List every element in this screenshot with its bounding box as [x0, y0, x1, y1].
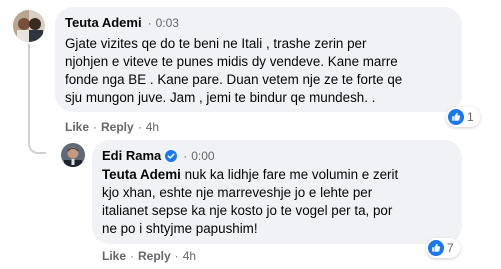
- verified-badge-icon: [165, 149, 178, 162]
- avatar-edi-rama[interactable]: [61, 143, 85, 167]
- reply-button[interactable]: Reply: [101, 120, 134, 134]
- comment-header: Teuta Ademi · 0:03: [65, 15, 452, 30]
- like-button[interactable]: Like: [65, 120, 89, 134]
- thread-connector-curve: [28, 140, 46, 154]
- reply-text: Teuta Ademi nuk ka lidhje fare me volumi…: [102, 166, 452, 238]
- reaction-count: 1: [467, 110, 474, 124]
- mention-link[interactable]: Teuta Ademi: [102, 167, 181, 182]
- reply-button[interactable]: Reply: [138, 249, 171, 263]
- like-button[interactable]: Like: [102, 249, 126, 263]
- profile-photo-icon: [13, 10, 45, 42]
- meta-separator: ·: [183, 148, 188, 163]
- action-separator: ·: [93, 120, 98, 134]
- audio-timestamp[interactable]: 0:00: [191, 149, 214, 163]
- comment-bubble: Teuta Ademi · 0:03 Gjate vizites qe do t…: [55, 7, 462, 112]
- comment-text: Gjate vizites qe do te beni ne Itali , t…: [65, 36, 403, 105]
- action-separator: ·: [137, 120, 142, 134]
- action-separator: ·: [174, 249, 179, 263]
- reaction-summary[interactable]: 7: [426, 238, 460, 258]
- comment-age[interactable]: 4h: [183, 249, 196, 263]
- like-reaction-icon: [428, 240, 444, 256]
- like-reaction-icon: [448, 109, 464, 125]
- audio-timestamp[interactable]: 0:03: [156, 16, 179, 30]
- comment-thread: Teuta Ademi · 0:03 Gjate vizites qe do t…: [0, 0, 501, 269]
- profile-photo-icon: [61, 143, 85, 167]
- reply-bubble: Edi Rama · 0:00 Teuta Ademi nuk ka lidhj…: [92, 140, 462, 244]
- comment-age[interactable]: 4h: [146, 120, 159, 134]
- avatar-teuta-ademi[interactable]: [13, 10, 45, 42]
- reply-author[interactable]: Edi Rama: [102, 148, 161, 163]
- reply-header: Edi Rama · 0:00: [102, 148, 452, 163]
- comment-actions: Like · Reply · 4h: [65, 120, 159, 134]
- action-separator: ·: [130, 249, 135, 263]
- meta-separator: ·: [147, 15, 152, 30]
- reaction-summary[interactable]: 1: [446, 107, 480, 127]
- comment-author[interactable]: Teuta Ademi: [65, 15, 142, 30]
- reaction-count: 7: [447, 241, 454, 255]
- thread-connector-line: [28, 44, 30, 142]
- reply-actions: Like · Reply · 4h: [102, 249, 196, 263]
